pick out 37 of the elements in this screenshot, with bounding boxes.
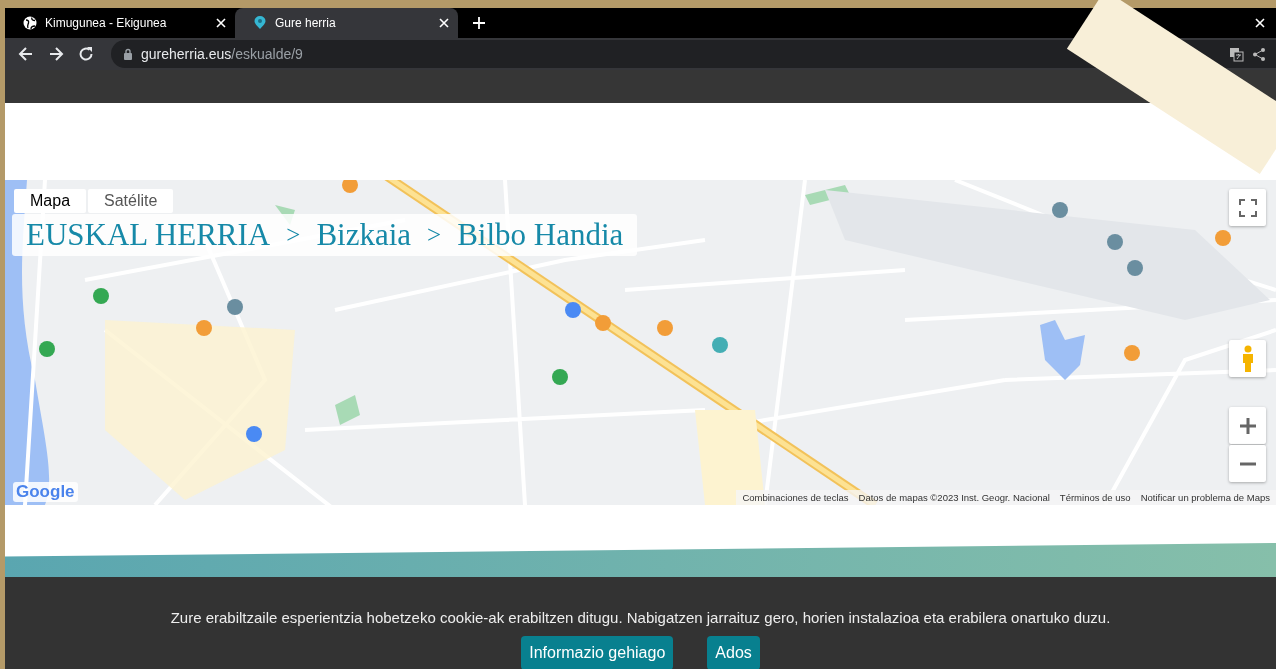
breadcrumb-link[interactable]: EUSKAL HERRIA: [26, 217, 271, 253]
minus-icon: [1238, 460, 1257, 467]
breadcrumb-link[interactable]: Bizkaia: [316, 217, 412, 253]
map-type-button[interactable]: Mapa: [14, 189, 87, 213]
cookie-button[interactable]: Ados: [707, 636, 760, 669]
zoom-out-button[interactable]: [1229, 445, 1266, 482]
reload-icon[interactable]: [77, 45, 95, 63]
attribution-link[interactable]: Notificar un problema de Maps: [1140, 492, 1270, 503]
back-icon[interactable]: [17, 45, 35, 63]
breadcrumb-separator: >: [427, 221, 442, 249]
close-icon[interactable]: [438, 17, 450, 29]
lock-icon: [123, 48, 133, 60]
close-icon[interactable]: [1254, 17, 1266, 29]
share-icon[interactable]: [1252, 46, 1266, 62]
map-pin-icon: [253, 16, 267, 30]
attribution-link[interactable]: Combinaciones de teclas: [742, 492, 849, 503]
new-tab-icon[interactable]: [472, 16, 486, 30]
fullscreen-icon: [1238, 198, 1257, 217]
map-logo: Google: [13, 482, 78, 502]
plus-icon: [1238, 416, 1257, 435]
translate-icon[interactable]: [1229, 46, 1244, 62]
globe-icon: [23, 16, 37, 30]
browser-tab[interactable]: Kimugunea - Ekigunea: [5, 8, 235, 38]
attribution-link[interactable]: Términos de uso: [1059, 492, 1131, 503]
map-type-button[interactable]: Satélite: [88, 189, 174, 213]
breadcrumb-link[interactable]: Bilbo Handia: [457, 217, 624, 253]
breadcrumb-separator: >: [286, 221, 301, 249]
cookie-button[interactable]: Informazio gehiago: [521, 636, 674, 669]
attribution-link[interactable]: Datos de mapas ©2023 Inst. Geogr. Nacional: [858, 492, 1050, 503]
forward-icon[interactable]: [47, 45, 65, 63]
url-text: gureherria.eus/eskualde/9: [141, 46, 303, 62]
close-icon[interactable]: [215, 17, 227, 29]
cookie-notice-text: Zure erabiltzaile esperientzia hobetzeko cookie-ak erabiltzen ditugu. Nabigatzen jarraituz gero, horien instalazioa eta erabilera onartuko duzu.: [170, 609, 1111, 626]
fullscreen-button[interactable]: [1229, 189, 1266, 226]
zoom-in-button[interactable]: [1229, 407, 1266, 444]
person-icon: [1240, 344, 1255, 373]
browser-tab[interactable]: Gure herria: [235, 8, 458, 38]
